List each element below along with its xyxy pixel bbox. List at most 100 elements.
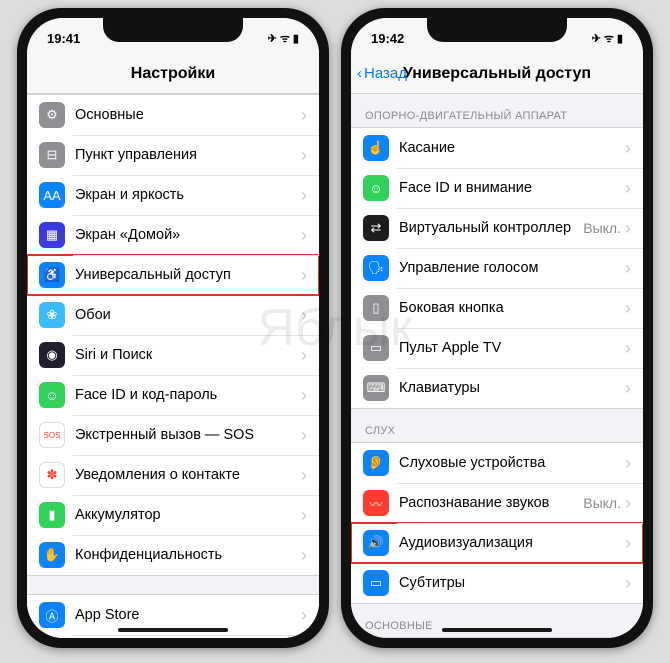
chevron-right-icon: › bbox=[625, 573, 631, 594]
row-keyboards[interactable]: ⌨Клавиатуры› bbox=[351, 368, 643, 408]
row-sound-recognition[interactable]: 〰Распознавание звуковВыкл.› bbox=[351, 483, 643, 523]
status-time: 19:41 bbox=[47, 31, 80, 46]
chevron-right-icon: › bbox=[301, 345, 307, 366]
sos-icon: SOS bbox=[39, 422, 65, 448]
battery-icon: ▮ bbox=[39, 502, 65, 528]
row-value: Выкл. bbox=[583, 220, 621, 236]
row-label: Экран и яркость bbox=[75, 187, 301, 203]
nav-bar: Настройки bbox=[27, 54, 319, 94]
chevron-right-icon: › bbox=[301, 265, 307, 286]
chevron-right-icon: › bbox=[625, 138, 631, 159]
row-label: Уведомления о контакте bbox=[75, 467, 301, 483]
row-wallet[interactable]: ▭Wallet и Apple Pay› bbox=[27, 635, 319, 638]
settings-group: 👂Слуховые устройства›〰Распознавание звук… bbox=[351, 442, 643, 604]
row-exposure[interactable]: ✽ Уведомления о контакте› bbox=[27, 455, 319, 495]
settings-group: 🔒Гид-доступВыкл.›◉Siri›♿Быстрая командаВ… bbox=[351, 637, 643, 638]
chevron-right-icon: › bbox=[301, 185, 307, 206]
apple-tv-remote-icon: ▭ bbox=[363, 335, 389, 361]
row-label: Аудиовизуализация bbox=[399, 535, 625, 551]
settings-group: ⚙ Основные › ⊟Пункт управления› AA Экран и яр… bbox=[27, 94, 319, 576]
row-privacy[interactable]: ✋ Конфиденциальность› bbox=[27, 535, 319, 575]
section-header: ОСНОВНЫЕ bbox=[351, 604, 643, 637]
row-label: Экстренный вызов — SOS bbox=[75, 427, 301, 443]
home-screen-icon: ▦ bbox=[39, 222, 65, 248]
chevron-right-icon: › bbox=[301, 545, 307, 566]
page-title: Настройки bbox=[131, 65, 215, 83]
row-label: Управление голосом bbox=[399, 260, 625, 276]
chevron-right-icon: › bbox=[625, 258, 631, 279]
wallpaper-icon: ❀ bbox=[39, 302, 65, 328]
row-face-attention[interactable]: ☺Face ID и внимание› bbox=[351, 168, 643, 208]
row-siri[interactable]: ◉ Siri и Поиск› bbox=[27, 335, 319, 375]
home-indicator[interactable] bbox=[118, 628, 228, 632]
status-icons: ✈ ᯤ ▮ bbox=[592, 31, 623, 46]
row-battery[interactable]: ▮Аккумулятор› bbox=[27, 495, 319, 535]
phone-left: 19:41 ✈ ᯤ ▮ Настройки ⚙ Основные › ⊟Пункт у… bbox=[17, 8, 329, 648]
chevron-right-icon: › bbox=[301, 465, 307, 486]
row-value: Выкл. bbox=[583, 495, 621, 511]
privacy-icon: ✋ bbox=[39, 542, 65, 568]
touch-icon: ☝ bbox=[363, 135, 389, 161]
row-label: Конфиденциальность bbox=[75, 547, 301, 563]
section-header: СЛУХ bbox=[351, 409, 643, 442]
row-label: Субтитры bbox=[399, 575, 625, 591]
home-indicator[interactable] bbox=[442, 628, 552, 632]
settings-list[interactable]: ⚙ Основные › ⊟Пункт управления› AA Экран и яр… bbox=[27, 94, 319, 638]
row-label: Обои bbox=[75, 307, 301, 323]
control-center-icon: ⊟ bbox=[39, 142, 65, 168]
row-touch[interactable]: ☝ Касание› bbox=[351, 128, 643, 168]
row-side-button[interactable]: ▯ Боковая кнопка› bbox=[351, 288, 643, 328]
row-label: Siri и Поиск bbox=[75, 347, 301, 363]
row-label: App Store bbox=[75, 607, 301, 623]
row-home-screen[interactable]: ▦Экран «Домой»› bbox=[27, 215, 319, 255]
notch bbox=[103, 18, 243, 42]
phone-right: 19:42 ✈ ᯤ ▮ ‹ Назад Универсальный доступ… bbox=[341, 8, 653, 648]
chevron-right-icon: › bbox=[625, 298, 631, 319]
exposure-icon: ✽ bbox=[39, 462, 65, 488]
row-accessibility[interactable]: ♿Универсальный доступ› bbox=[27, 255, 319, 295]
row-sos[interactable]: SOS Экстренный вызов — SOS› bbox=[27, 415, 319, 455]
back-button[interactable]: ‹ Назад bbox=[357, 65, 407, 82]
chevron-right-icon: › bbox=[625, 338, 631, 359]
row-switch-control[interactable]: ⇄Виртуальный контроллерВыкл.› bbox=[351, 208, 643, 248]
chevron-right-icon: › bbox=[625, 493, 631, 514]
chevron-right-icon: › bbox=[301, 605, 307, 626]
chevron-right-icon: › bbox=[301, 425, 307, 446]
row-voice-control[interactable]: 🗣 Управление голосом› bbox=[351, 248, 643, 288]
row-faceid[interactable]: ☺ Face ID и код-пароль› bbox=[27, 375, 319, 415]
accessibility-list[interactable]: ОПОРНО-ДВИГАТЕЛЬНЫЙ АППАРАТ☝Касание›☺Fac… bbox=[351, 94, 643, 638]
status-time: 19:42 bbox=[371, 31, 404, 46]
row-audio-visual[interactable]: 🔊 Аудиовизуализация› bbox=[351, 523, 643, 563]
row-label: Универсальный доступ bbox=[75, 267, 301, 283]
chevron-left-icon: ‹ bbox=[357, 65, 362, 82]
hearing-devices-icon: 👂 bbox=[363, 450, 389, 476]
voice-control-icon: 🗣 bbox=[363, 255, 389, 281]
notch bbox=[427, 18, 567, 42]
row-hearing-devices[interactable]: 👂Слуховые устройства› bbox=[351, 443, 643, 483]
row-label: Слуховые устройства bbox=[399, 455, 625, 471]
row-label: Face ID и код-пароль bbox=[75, 387, 301, 403]
audio-visual-icon: 🔊 bbox=[363, 530, 389, 556]
display-icon: AA bbox=[39, 182, 65, 208]
row-general[interactable]: ⚙Основные› bbox=[27, 95, 319, 135]
siri-icon: ◉ bbox=[39, 342, 65, 368]
appstore-icon: Ⓐ bbox=[39, 602, 65, 628]
keyboards-icon: ⌨ bbox=[363, 375, 389, 401]
side-button-icon: ▯ bbox=[363, 295, 389, 321]
row-wallpaper[interactable]: ❀Обои› bbox=[27, 295, 319, 335]
general-icon: ⚙ bbox=[39, 102, 65, 128]
row-display[interactable]: AA Экран и яркость› bbox=[27, 175, 319, 215]
row-label: Face ID и внимание bbox=[399, 180, 625, 196]
row-label: Боковая кнопка bbox=[399, 300, 625, 316]
chevron-right-icon: › bbox=[301, 225, 307, 246]
row-label: Аккумулятор bbox=[75, 507, 301, 523]
row-apple-tv-remote[interactable]: ▭Пульт Apple TV› bbox=[351, 328, 643, 368]
chevron-right-icon: › bbox=[301, 385, 307, 406]
row-subtitles[interactable]: ▭Субтитры› bbox=[351, 563, 643, 603]
chevron-right-icon: › bbox=[625, 533, 631, 554]
faceid-icon: ☺ bbox=[39, 382, 65, 408]
row-control-center[interactable]: ⊟Пункт управления› bbox=[27, 135, 319, 175]
row-label: Касание bbox=[399, 140, 625, 156]
row-label: Основные bbox=[75, 107, 301, 123]
status-icons: ✈ ᯤ ▮ bbox=[268, 31, 299, 46]
